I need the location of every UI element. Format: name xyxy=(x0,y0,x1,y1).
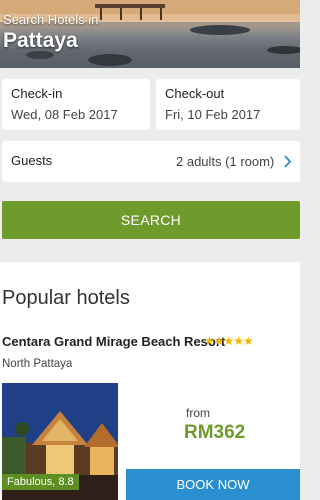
price-from-label: from xyxy=(186,406,210,420)
hotel-name[interactable]: Centara Grand Mirage Beach Resort xyxy=(2,334,225,349)
guests-label: Guests xyxy=(11,153,53,168)
hero-city: Pattaya xyxy=(3,29,78,52)
star-rating-icon: ★★★★★ xyxy=(204,334,254,348)
hotel-area: North Pattaya xyxy=(2,358,73,370)
checkin-label: Check-in xyxy=(11,86,63,101)
guests-value: 2 adults (1 room) xyxy=(176,154,275,169)
checkout-value: Fri, 10 Feb 2017 xyxy=(165,107,261,122)
guests-field[interactable]: Guests 2 adults (1 room) xyxy=(2,141,300,182)
hotel-price: RM362 xyxy=(184,422,246,443)
hero-banner: Search Hotels in Pattaya xyxy=(0,0,300,68)
popular-hotels-title: Popular hotels xyxy=(2,287,130,309)
popular-hotels-section: Popular hotels Centara Grand Mirage Beac… xyxy=(0,262,300,500)
hero-subtitle: Search Hotels in xyxy=(3,12,99,27)
hotel-photo[interactable]: Fabulous, 8.8 xyxy=(2,383,118,500)
book-now-button[interactable]: BOOK NOW xyxy=(126,469,300,500)
checkout-label: Check-out xyxy=(165,86,225,101)
checkin-field[interactable]: Check-in Wed, 08 Feb 2017 xyxy=(2,79,150,130)
rating-badge: Fabulous, 8.8 xyxy=(2,474,79,490)
search-button[interactable]: SEARCH xyxy=(2,201,300,239)
checkout-field[interactable]: Check-out Fri, 10 Feb 2017 xyxy=(156,79,300,130)
chevron-right-icon xyxy=(284,155,292,168)
checkin-value: Wed, 08 Feb 2017 xyxy=(11,107,118,122)
